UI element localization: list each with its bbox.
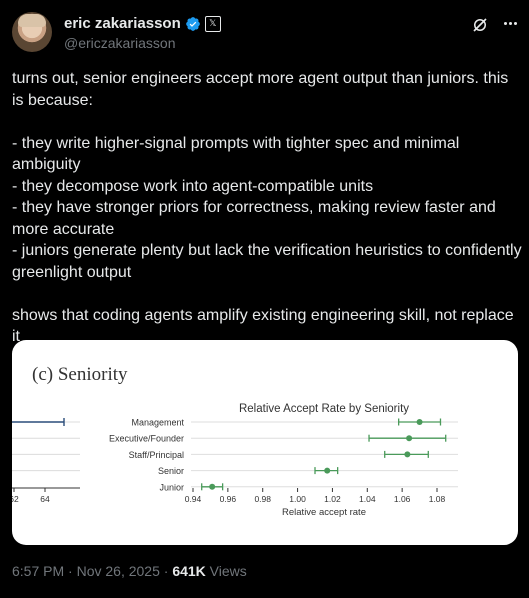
tweet-text: turns out, senior engineers accept more … [12,68,522,348]
avatar[interactable] [12,12,52,52]
category-label: Executive/Founder [109,434,184,444]
author-name[interactable]: eric zakariasson [64,15,181,32]
author-handle[interactable]: @ericzakariasson [64,35,175,51]
timestamp[interactable]: 6:57 PM · Nov 26, 2025 · [12,563,172,579]
data-point [209,483,216,490]
left-panel-tick-label: 64 [40,494,50,504]
data-point [416,419,423,425]
left-panel-tick-label: 62 [12,494,19,504]
views-label: Views [205,563,247,579]
attached-image[interactable]: (c) Seniority Relative Accept Rate by Se… [12,340,518,545]
views-count: 641K [172,563,206,579]
accept-rate-chart: Relative Accept Rate by Seniority 62 64 Man… [12,403,458,518]
tweet-bullet: - they write higher-signal prompts with … [12,134,460,174]
affiliate-badge-icon: 𝕏 [204,15,221,32]
tweet-intro: turns out, senior engineers accept more … [12,70,509,109]
x-tick-label: 1.02 [324,494,341,504]
data-point [404,451,411,458]
data-point [324,467,331,474]
x-axis-label: Relative accept rate [282,507,366,518]
author-row: eric zakariasson 𝕏 [64,15,221,32]
category-label: Management [131,418,184,428]
category-label: Junior [159,482,184,492]
tweet-bullet: - juniors generate plenty but lack the v… [12,242,522,281]
tweet-bullet: - they have stronger priors for correctn… [12,199,496,238]
x-tick-label: 1.00 [289,494,306,504]
grok-icon[interactable] [471,16,489,34]
category-label: Senior [158,466,184,476]
category-label: Staff/Principal [129,450,184,460]
x-tick-label: 1.08 [429,494,446,504]
x-tick-label: 0.96 [220,494,237,504]
more-icon[interactable] [504,22,517,25]
chart-title: Relative Accept Rate by Seniority [239,403,409,415]
x-tick-label: 0.98 [254,494,271,504]
tweet-meta: 6:57 PM · Nov 26, 2025 · 641K Views [12,563,247,579]
tweet-header: eric zakariasson 𝕏 @ericzakariasson [12,12,517,56]
tweet-bullet: - they decompose work into agent-compati… [12,177,374,195]
x-tick-label: 0.94 [185,494,202,504]
x-tick-label: 1.06 [394,494,411,504]
verified-badge-icon [185,16,200,31]
x-tick-label: 1.04 [359,494,376,504]
data-point [406,435,413,442]
